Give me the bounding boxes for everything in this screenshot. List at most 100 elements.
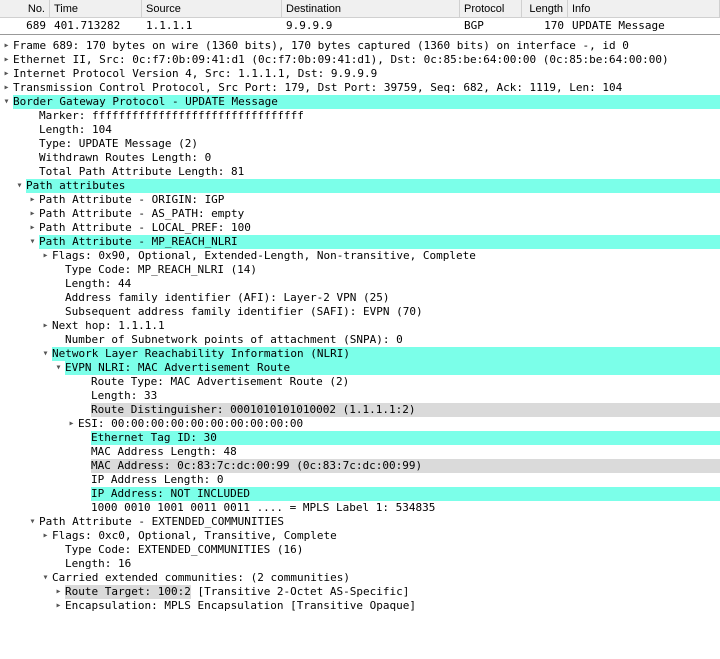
tree-label: Flags: 0x90, Optional, Extended-Length, … — [52, 249, 476, 263]
tree-row[interactable]: MAC Address: 0c:83:7c:dc:00:99 (0c:83:7c… — [0, 459, 720, 473]
expand-closed-icon[interactable] — [0, 81, 13, 95]
tree-label: Path Attribute - ORIGIN: IGP — [39, 193, 224, 207]
tree-label: IP Address: NOT INCLUDED — [91, 487, 720, 501]
tree-row[interactable]: Subsequent address family identifier (SA… — [0, 305, 720, 319]
tree-row[interactable]: EVPN NLRI: MAC Advertisement Route — [0, 361, 720, 375]
pane-divider[interactable] — [0, 34, 720, 35]
tree-label: Length: 44 — [65, 277, 131, 291]
tree-label: Type Code: EXTENDED_COMMUNITIES (16) — [65, 543, 303, 557]
tree-row[interactable]: Path Attribute - MP_REACH_NLRI — [0, 235, 720, 249]
tree-row[interactable]: Total Path Attribute Length: 81 — [0, 165, 720, 179]
tree-row[interactable]: Route Distinguisher: 0001010101010002 (1… — [0, 403, 720, 417]
tree-row[interactable]: Path Attribute - EXTENDED_COMMUNITIES — [0, 515, 720, 529]
tree-label: IP Address Length: 0 — [91, 473, 223, 487]
expand-closed-icon[interactable] — [52, 585, 65, 599]
tree-label-part: Route Target: 100:2 — [65, 585, 191, 599]
packet-details-tree[interactable]: Frame 689: 170 bytes on wire (1360 bits)… — [0, 37, 720, 613]
expand-open-icon[interactable] — [52, 361, 65, 375]
tree-row[interactable]: Type Code: EXTENDED_COMMUNITIES (16) — [0, 543, 720, 557]
expand-closed-icon[interactable] — [26, 193, 39, 207]
tree-row[interactable]: Path Attribute - ORIGIN: IGP — [0, 193, 720, 207]
tree-label: Path Attribute - LOCAL_PREF: 100 — [39, 221, 251, 235]
column-no[interactable]: No. — [0, 0, 50, 18]
expand-closed-icon[interactable] — [26, 207, 39, 221]
tree-label: Type: UPDATE Message (2) — [39, 137, 198, 151]
tree-row[interactable]: Marker: ffffffffffffffffffffffffffffffff — [0, 109, 720, 123]
expand-open-icon[interactable] — [39, 571, 52, 585]
expand-closed-icon[interactable] — [65, 417, 78, 431]
tree-label: Path Attribute - EXTENDED_COMMUNITIES — [39, 515, 284, 529]
tree-label: Flags: 0xc0, Optional, Transitive, Compl… — [52, 529, 337, 543]
tree-row[interactable]: Length: 16 — [0, 557, 720, 571]
tree-row[interactable]: Flags: 0x90, Optional, Extended-Length, … — [0, 249, 720, 263]
expand-closed-icon[interactable] — [52, 599, 65, 613]
tree-label: Path attributes — [26, 179, 720, 193]
expand-closed-icon[interactable] — [0, 53, 13, 67]
tree-row[interactable]: Route Type: MAC Advertisement Route (2) — [0, 375, 720, 389]
tree-label: Route Type: MAC Advertisement Route (2) — [91, 375, 349, 389]
expand-open-icon[interactable] — [39, 347, 52, 361]
tree-row[interactable]: Network Layer Reachability Information (… — [0, 347, 720, 361]
tree-label: Next hop: 1.1.1.1 — [52, 319, 165, 333]
column-source[interactable]: Source — [142, 0, 282, 18]
tree-row[interactable]: Number of Subnetwork points of attachmen… — [0, 333, 720, 347]
tree-row[interactable]: Flags: 0xc0, Optional, Transitive, Compl… — [0, 529, 720, 543]
expand-closed-icon[interactable] — [26, 221, 39, 235]
column-info[interactable]: Info — [568, 0, 720, 18]
tree-label: Length: 104 — [39, 123, 112, 137]
tree-row[interactable]: Transmission Control Protocol, Src Port:… — [0, 81, 720, 95]
cell-time: 401.713282 — [50, 18, 142, 34]
tree-row[interactable]: Internet Protocol Version 4, Src: 1.1.1.… — [0, 67, 720, 81]
tree-row[interactable]: Path Attribute - LOCAL_PREF: 100 — [0, 221, 720, 235]
tree-row[interactable]: Withdrawn Routes Length: 0 — [0, 151, 720, 165]
tree-row[interactable]: Frame 689: 170 bytes on wire (1360 bits)… — [0, 39, 720, 53]
tree-row[interactable]: Ethernet II, Src: 0c:f7:0b:09:41:d1 (0c:… — [0, 53, 720, 67]
tree-row[interactable]: Border Gateway Protocol - UPDATE Message — [0, 95, 720, 109]
tree-row[interactable]: Type Code: MP_REACH_NLRI (14) — [0, 263, 720, 277]
tree-row[interactable]: Length: 104 — [0, 123, 720, 137]
tree-row[interactable]: Length: 33 — [0, 389, 720, 403]
column-length[interactable]: Length — [522, 0, 568, 18]
tree-label: Type Code: MP_REACH_NLRI (14) — [65, 263, 257, 277]
cell-length: 170 — [522, 18, 568, 34]
tree-row[interactable]: 1000 0010 1001 0011 0011 .... = MPLS Lab… — [0, 501, 720, 515]
packet-list-header[interactable]: No. Time Source Destination Protocol Len… — [0, 0, 720, 18]
tree-row[interactable]: IP Address: NOT INCLUDED — [0, 487, 720, 501]
tree-label: Withdrawn Routes Length: 0 — [39, 151, 211, 165]
tree-label: Transmission Control Protocol, Src Port:… — [13, 81, 622, 95]
tree-label: Path Attribute - AS_PATH: empty — [39, 207, 244, 221]
expand-open-icon[interactable] — [13, 179, 26, 193]
tree-label: MAC Address: 0c:83:7c:dc:00:99 (0c:83:7c… — [91, 459, 720, 473]
expand-open-icon[interactable] — [26, 515, 39, 529]
tree-row[interactable]: Path Attribute - AS_PATH: empty — [0, 207, 720, 221]
tree-row[interactable]: Address family identifier (AFI): Layer-2… — [0, 291, 720, 305]
expand-closed-icon[interactable] — [0, 39, 13, 53]
tree-row[interactable]: Path attributes — [0, 179, 720, 193]
tree-row[interactable]: Next hop: 1.1.1.1 — [0, 319, 720, 333]
tree-label: Encapsulation: MPLS Encapsulation [Trans… — [65, 599, 416, 613]
tree-row[interactable]: IP Address Length: 0 — [0, 473, 720, 487]
tree-label: EVPN NLRI: MAC Advertisement Route — [65, 361, 720, 375]
expand-closed-icon[interactable] — [39, 319, 52, 333]
column-time[interactable]: Time — [50, 0, 142, 18]
expand-closed-icon[interactable] — [39, 249, 52, 263]
tree-row[interactable]: Ethernet Tag ID: 30 — [0, 431, 720, 445]
tree-row[interactable]: Carried extended communities: (2 communi… — [0, 571, 720, 585]
tree-label: Ethernet Tag ID: 30 — [91, 431, 720, 445]
column-protocol[interactable]: Protocol — [460, 0, 522, 18]
expand-open-icon[interactable] — [0, 95, 13, 109]
column-destination[interactable]: Destination — [282, 0, 460, 18]
tree-row[interactable]: Length: 44 — [0, 277, 720, 291]
expand-closed-icon[interactable] — [0, 67, 13, 81]
tree-row[interactable]: Type: UPDATE Message (2) — [0, 137, 720, 151]
expand-closed-icon[interactable] — [39, 529, 52, 543]
tree-label: 1000 0010 1001 0011 0011 .... = MPLS Lab… — [91, 501, 435, 515]
expand-open-icon[interactable] — [26, 235, 39, 249]
packet-row[interactable]: 689 401.713282 1.1.1.1 9.9.9.9 BGP 170 U… — [0, 18, 720, 34]
tree-row[interactable]: MAC Address Length: 48 — [0, 445, 720, 459]
tree-label: Route Distinguisher: 0001010101010002 (1… — [91, 403, 720, 417]
tree-row[interactable]: Route Target: 100:2 [Transitive 2-Octet … — [0, 585, 720, 599]
tree-row[interactable]: Encapsulation: MPLS Encapsulation [Trans… — [0, 599, 720, 613]
tree-row[interactable]: ESI: 00:00:00:00:00:00:00:00:00:00 — [0, 417, 720, 431]
tree-label: Carried extended communities: (2 communi… — [52, 571, 350, 585]
